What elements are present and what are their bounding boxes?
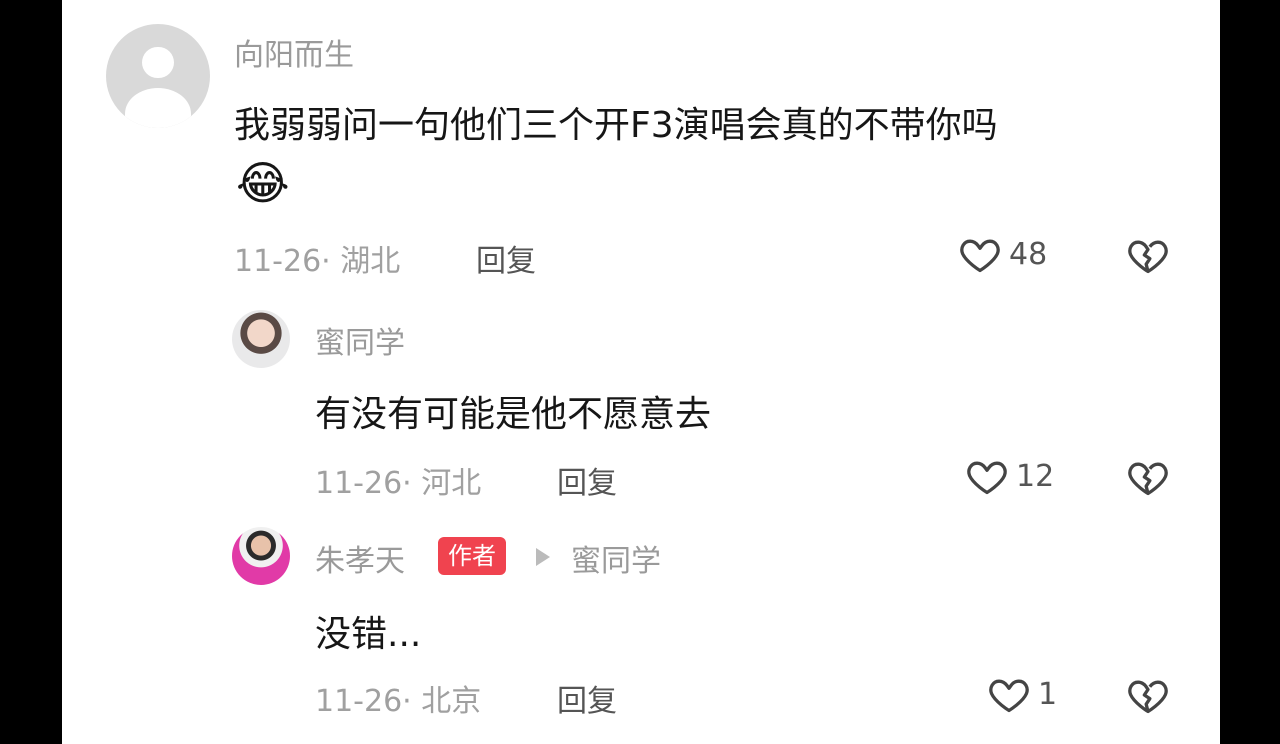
dislike-button[interactable] bbox=[1125, 673, 1171, 721]
broken-heart-icon bbox=[1128, 240, 1168, 274]
avatar[interactable] bbox=[232, 527, 290, 585]
reply-to-username[interactable]: 蜜同学 bbox=[571, 536, 661, 580]
comment-username[interactable]: 蜜同学 bbox=[315, 318, 405, 362]
reply-button[interactable]: 回复 bbox=[557, 458, 617, 502]
comment-panel: 向阳而生 我弱弱问一句他们三个开F3演唱会真的不带你吗 😂 11-26· 湖北 … bbox=[62, 0, 1220, 744]
comment-text: 没错... bbox=[315, 614, 422, 655]
comment-date-location: 11-26· 河北 bbox=[315, 466, 482, 501]
broken-heart-icon bbox=[1128, 462, 1168, 496]
heart-outline-icon bbox=[967, 461, 1007, 495]
reply-button[interactable]: 回复 bbox=[557, 676, 617, 720]
like-count: 1 bbox=[1038, 676, 1058, 712]
broken-heart-icon bbox=[1128, 680, 1168, 714]
author-badge: 作者 bbox=[438, 537, 506, 575]
comment-text: 有没有可能是他不愿意去 bbox=[315, 394, 712, 435]
like-button[interactable]: 48 bbox=[957, 232, 1047, 276]
like-button[interactable]: 1 bbox=[986, 672, 1057, 716]
like-count: 48 bbox=[1009, 236, 1048, 272]
dislike-button[interactable] bbox=[1125, 233, 1171, 281]
comment-date-location: 11-26· 湖北 bbox=[234, 244, 401, 279]
dislike-button[interactable] bbox=[1125, 455, 1171, 503]
emoji-laughing-icon: 😂 bbox=[236, 156, 290, 210]
avatar[interactable] bbox=[106, 24, 210, 128]
reply-arrow-icon bbox=[536, 548, 550, 566]
like-count: 12 bbox=[1016, 458, 1055, 494]
heart-outline-icon bbox=[960, 239, 1000, 273]
comment-text: 我弱弱问一句他们三个开F3演唱会真的不带你吗 bbox=[234, 105, 998, 146]
reply-button[interactable]: 回复 bbox=[476, 236, 536, 280]
like-button[interactable]: 12 bbox=[964, 454, 1054, 498]
comment-username[interactable]: 向阳而生 bbox=[234, 30, 354, 74]
comment-username[interactable]: 朱孝天 bbox=[315, 536, 405, 580]
heart-outline-icon bbox=[989, 679, 1029, 713]
comment-date-location: 11-26· 北京 bbox=[315, 684, 482, 719]
avatar[interactable] bbox=[232, 310, 290, 368]
